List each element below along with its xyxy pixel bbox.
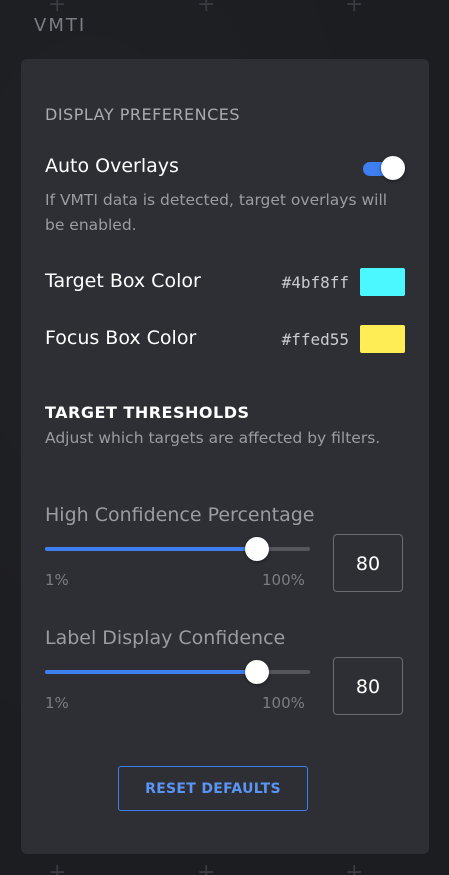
high-confidence-slider[interactable]: [45, 537, 310, 561]
high-confidence-input[interactable]: 80: [333, 534, 403, 592]
label-display-max-label: 100%: [262, 694, 305, 712]
target-box-color-swatch[interactable]: [360, 268, 405, 296]
slider-thumb[interactable]: [245, 537, 269, 561]
auto-overlays-toggle[interactable]: [361, 156, 405, 180]
slider-fill: [45, 670, 257, 674]
high-confidence-label: High Confidence Percentage: [45, 504, 315, 526]
auto-overlays-label: Auto Overlays: [45, 155, 179, 177]
crosshair-marker-icon: +: [345, 860, 364, 875]
label-display-slider[interactable]: [45, 660, 310, 684]
crosshair-marker-icon: +: [197, 0, 216, 17]
high-confidence-max-label: 100%: [262, 571, 305, 589]
display-preferences-heading: DISPLAY PREFERENCES: [45, 105, 241, 124]
high-confidence-min-label: 1%: [45, 571, 69, 589]
target-thresholds-heading: TARGET THRESHOLDS: [45, 403, 250, 422]
target-box-hex-value: #4bf8ff: [281, 273, 349, 292]
reset-defaults-button[interactable]: RESET DEFAULTS: [118, 766, 308, 811]
toggle-knob: [381, 156, 405, 180]
focus-box-color-swatch[interactable]: [360, 325, 405, 353]
focus-box-hex-value: #ffed55: [281, 330, 349, 349]
vmti-settings-page: + + + + + + VMTI DISPLAY PREFERENCES Aut…: [0, 0, 449, 875]
focus-box-color-label: Focus Box Color: [45, 327, 197, 349]
settings-panel: DISPLAY PREFERENCES Auto Overlays If VMT…: [21, 59, 429, 854]
label-display-min-label: 1%: [45, 694, 69, 712]
slider-fill: [45, 547, 257, 551]
app-title: VMTI: [34, 15, 87, 36]
crosshair-marker-icon: +: [48, 860, 67, 875]
label-display-confidence-label: Label Display Confidence: [45, 627, 286, 649]
target-thresholds-description: Adjust which targets are affected by fil…: [45, 429, 381, 447]
crosshair-marker-icon: +: [345, 0, 364, 17]
label-display-confidence-input[interactable]: 80: [333, 657, 403, 715]
crosshair-marker-icon: +: [197, 860, 216, 875]
crosshair-marker-icon: +: [48, 0, 67, 17]
auto-overlays-description: If VMTI data is detected, target overlay…: [45, 191, 388, 234]
target-box-color-label: Target Box Color: [45, 270, 201, 292]
slider-thumb[interactable]: [245, 660, 269, 684]
